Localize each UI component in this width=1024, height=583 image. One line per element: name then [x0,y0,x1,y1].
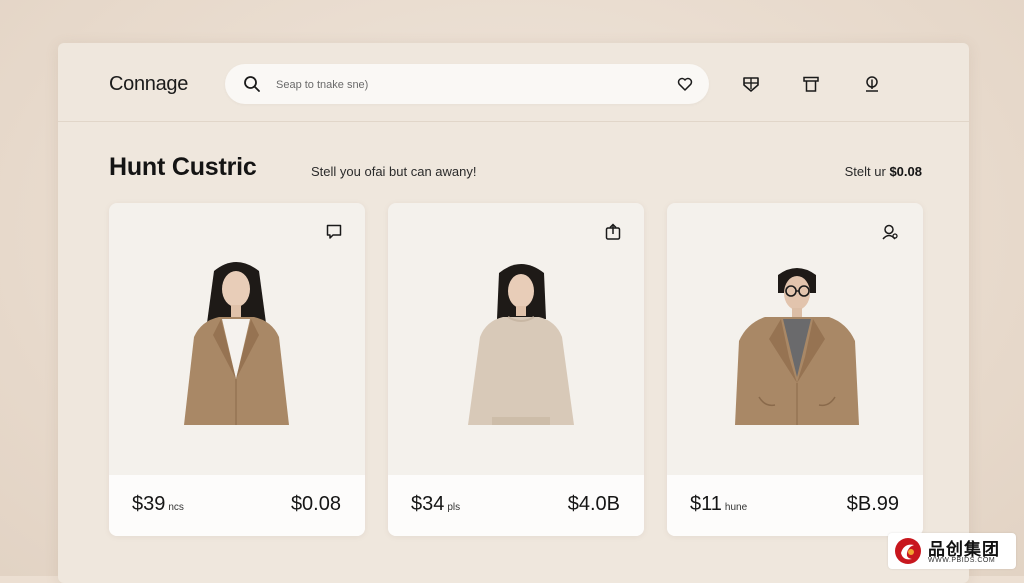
watermark-url: WWW.PBIDS.COM [928,557,996,564]
price-amount: $34 [411,493,445,515]
app-window: Connage Hunt Custric Stell you o [58,43,969,583]
card-footer: $11 hune $B.99 [667,475,923,536]
product-image[interactable] [109,257,365,437]
brand-logo[interactable]: Connage [109,73,188,96]
search-bar[interactable] [225,64,709,104]
price-secondary: $4.0B [567,493,620,515]
price-primary: $39 ncs [132,493,184,516]
product-card[interactable]: $39 ncs $0.08 [109,203,365,536]
price-unit: pls [447,502,461,513]
section-subtitle: Stell you ofai but can awany! [311,164,477,179]
section-summary: Stelt ur $0.08 [845,164,922,179]
product-image[interactable] [388,257,644,437]
card-footer: $34 pls $4.0B [388,475,644,536]
tag-icon[interactable] [802,75,820,93]
search-input[interactable] [274,74,658,96]
price-amount: $11 [690,493,722,515]
user-icon[interactable] [881,223,899,241]
search-icon[interactable] [243,75,261,93]
card-footer: $39 ncs $0.08 [109,475,365,536]
summary-value: $0.08 [889,164,922,179]
price-secondary: $0.08 [290,493,341,515]
price-primary: $34 pls [411,493,460,516]
bag-icon[interactable] [742,75,760,93]
watermark: 品创集团 WWW.PBIDS.COM [888,533,1016,569]
top-navigation-bar: Connage [58,43,969,122]
price-amount: $39 [132,493,166,515]
share-icon[interactable] [604,223,622,241]
price-unit: ncs [168,502,184,513]
product-image[interactable] [667,257,923,437]
summary-label: Stelt ur [844,164,886,179]
watermark-logo-icon [895,538,921,564]
location-pin-icon[interactable] [863,75,881,93]
product-card[interactable]: $11 hune $B.99 [667,203,923,536]
price-primary: $11 hune [690,493,747,516]
price-secondary: $B.99 [846,493,899,515]
chat-icon[interactable] [325,223,343,241]
product-card[interactable]: $34 pls $4.0B [388,203,644,536]
heart-icon[interactable] [677,76,693,92]
section-title: Hunt Custric [109,153,257,181]
price-unit: hune [724,502,748,513]
